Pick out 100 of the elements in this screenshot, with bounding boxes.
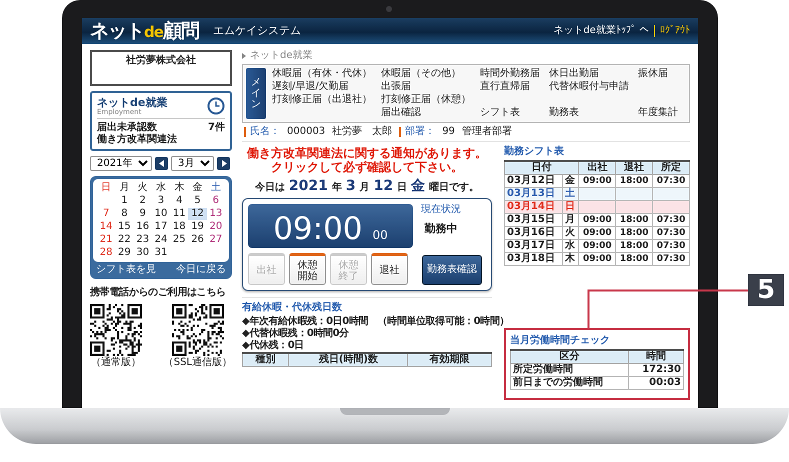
calendar-day[interactable]: 19 [188,221,207,234]
calendar-day[interactable]: 20 [206,221,225,234]
calendar-day[interactable]: 28 [97,247,116,260]
calendar-day[interactable]: 27 [206,234,225,246]
date-line: 今日は 2021 年 3 月 12 日 金 曜日です。 [254,178,480,195]
calendar-day[interactable]: 2 [134,195,152,208]
mobile-heading: 携帯電話からのご利用はこちら [90,287,227,300]
table-cell: 水 [562,240,579,252]
table-cell: 18:00 [616,214,653,226]
logout-link[interactable]: ﾛｸﾞｱｳﾄ [654,25,690,37]
table-cell: 03月17日 [504,240,562,252]
shift-link[interactable]: シフト表を見 [96,264,156,276]
notice-link[interactable]: 働き方改革関連法に関する通知があります。 [247,146,487,160]
calendar-day[interactable]: 23 [134,234,152,246]
notice-link[interactable]: クリックして必ず確認して下さい。 [271,160,463,175]
menu-link[interactable]: 遅刻/早退/欠勤届 [272,81,372,93]
menu-link[interactable]: 直行直帰届 [480,81,540,93]
table-cell: 03月13日 [504,188,562,200]
table-cell: 09:00 [578,214,616,226]
calendar-day[interactable]: 17 [152,221,170,234]
today-link[interactable]: 今日に戻る [176,264,226,276]
calendar-day[interactable]: 1 [115,195,134,208]
panel-link[interactable]: 働き方改革関連法 [97,134,177,146]
year-select[interactable]: 2021年 [90,156,152,172]
field-label: 部署： [405,126,436,138]
calendar-day[interactable]: 8 [115,208,134,220]
panel-link[interactable]: 届出未承認数 [97,122,157,134]
menu-link[interactable]: 代替休暇付与申請 [549,81,629,93]
calendar-day[interactable]: 4 [170,195,188,208]
menu-link[interactable]: 出張届 [381,81,471,93]
menu-link[interactable]: 休暇届（有休・代休） [272,68,372,80]
calendar-day[interactable]: 24 [152,234,170,246]
calendar-day[interactable]: 15 [115,221,134,234]
weekday-label: 木 [173,182,186,194]
calendar-day[interactable]: 16 [134,221,152,234]
table-header: 出社 [578,161,616,174]
month-select[interactable]: 3月 [171,156,214,172]
menu-link[interactable]: 振休届 [638,68,678,80]
menu-link[interactable]: 時間外勤務届 [480,68,540,80]
menu-link[interactable]: シフト表 [480,107,540,119]
calendar-day[interactable]: 6 [206,195,225,208]
table-cell: 09:00 [578,240,616,252]
menu-link[interactable]: 年度集計 [638,107,678,119]
calendar-day[interactable]: 10 [152,208,170,220]
next-month-button[interactable] [217,157,230,170]
status-value: 勤務中 [424,222,458,235]
table-cell: 09:00 [578,252,616,266]
calendar-day[interactable]: 5 [188,195,207,208]
weekday-label: 月 [118,182,130,194]
table-cell: 前日までの労働時間 [510,376,629,390]
prev-month-button[interactable] [155,157,168,170]
table-header: 残日(時間)数 [288,352,408,366]
calendar-day[interactable]: 22 [115,234,134,246]
label-marker [399,127,402,137]
weekday-label: 火 [136,182,149,194]
punch-button[interactable]: 退社 [371,252,408,285]
section-title: 有給休暇・代休残日数 [242,302,343,314]
calendar-day[interactable]: 25 [170,234,188,246]
table-cell: 18:00 [616,252,653,266]
qr-code [90,304,142,356]
main-tab[interactable]: メイン [246,68,266,119]
camera-icon [386,6,392,12]
table-header: 時間 [628,350,684,364]
table-cell: 所定労働時間 [510,364,629,376]
menu-link[interactable]: 勤務表 [549,107,629,119]
calendar-day[interactable]: 3 [152,195,170,208]
calendar-day[interactable]: 21 [97,234,116,246]
section-title: 当月労働時間チェック [510,335,611,347]
table-cell: 火 [562,226,579,240]
clock-time: 09:00 [273,214,363,245]
punch-button[interactable]: 休憩開始 [289,252,326,285]
top-link[interactable]: ネットde就業ﾄｯﾌﾟ へ [553,25,649,37]
menu-link[interactable]: 休暇届（その他） [381,68,471,80]
qr-caption: （通常版） [91,357,141,370]
calendar-day[interactable]: 11 [170,208,188,220]
table-cell: 07:30 [652,214,690,226]
weekday-label: 土 [210,182,222,194]
status-label: 現在状況 [421,204,461,216]
menu-link[interactable]: 休日出勤届 [549,68,629,80]
calendar-day[interactable]: 29 [115,247,134,260]
menu-link[interactable]: 打刻修正届（休憩） [381,94,471,106]
calendar-day[interactable]: 18 [170,221,188,234]
calendar-day[interactable]: 31 [152,247,170,260]
calendar-day[interactable]: 9 [134,208,152,220]
menu-link[interactable]: 届出確認 [381,107,471,119]
table-cell: 18:00 [616,226,653,240]
calendar-day[interactable]: 13 [206,208,225,220]
calendar-day[interactable]: 12 [188,208,207,220]
timesheet-button[interactable]: 勤務表確認 [422,254,482,285]
table-cell: 03月15日 [504,214,562,226]
table-cell: 172:30 [628,364,684,376]
field-label: 氏名： [250,126,280,138]
table-cell: 18:00 [616,240,653,252]
menu-link[interactable]: 打刻修正届（出退社） [272,94,372,106]
field-value: 99 [442,126,455,138]
right-arrow-icon [220,160,226,168]
calendar-day[interactable]: 7 [97,208,116,220]
calendar-day[interactable]: 30 [134,247,152,260]
calendar-day[interactable]: 14 [97,221,116,234]
calendar-day[interactable]: 26 [188,234,207,246]
